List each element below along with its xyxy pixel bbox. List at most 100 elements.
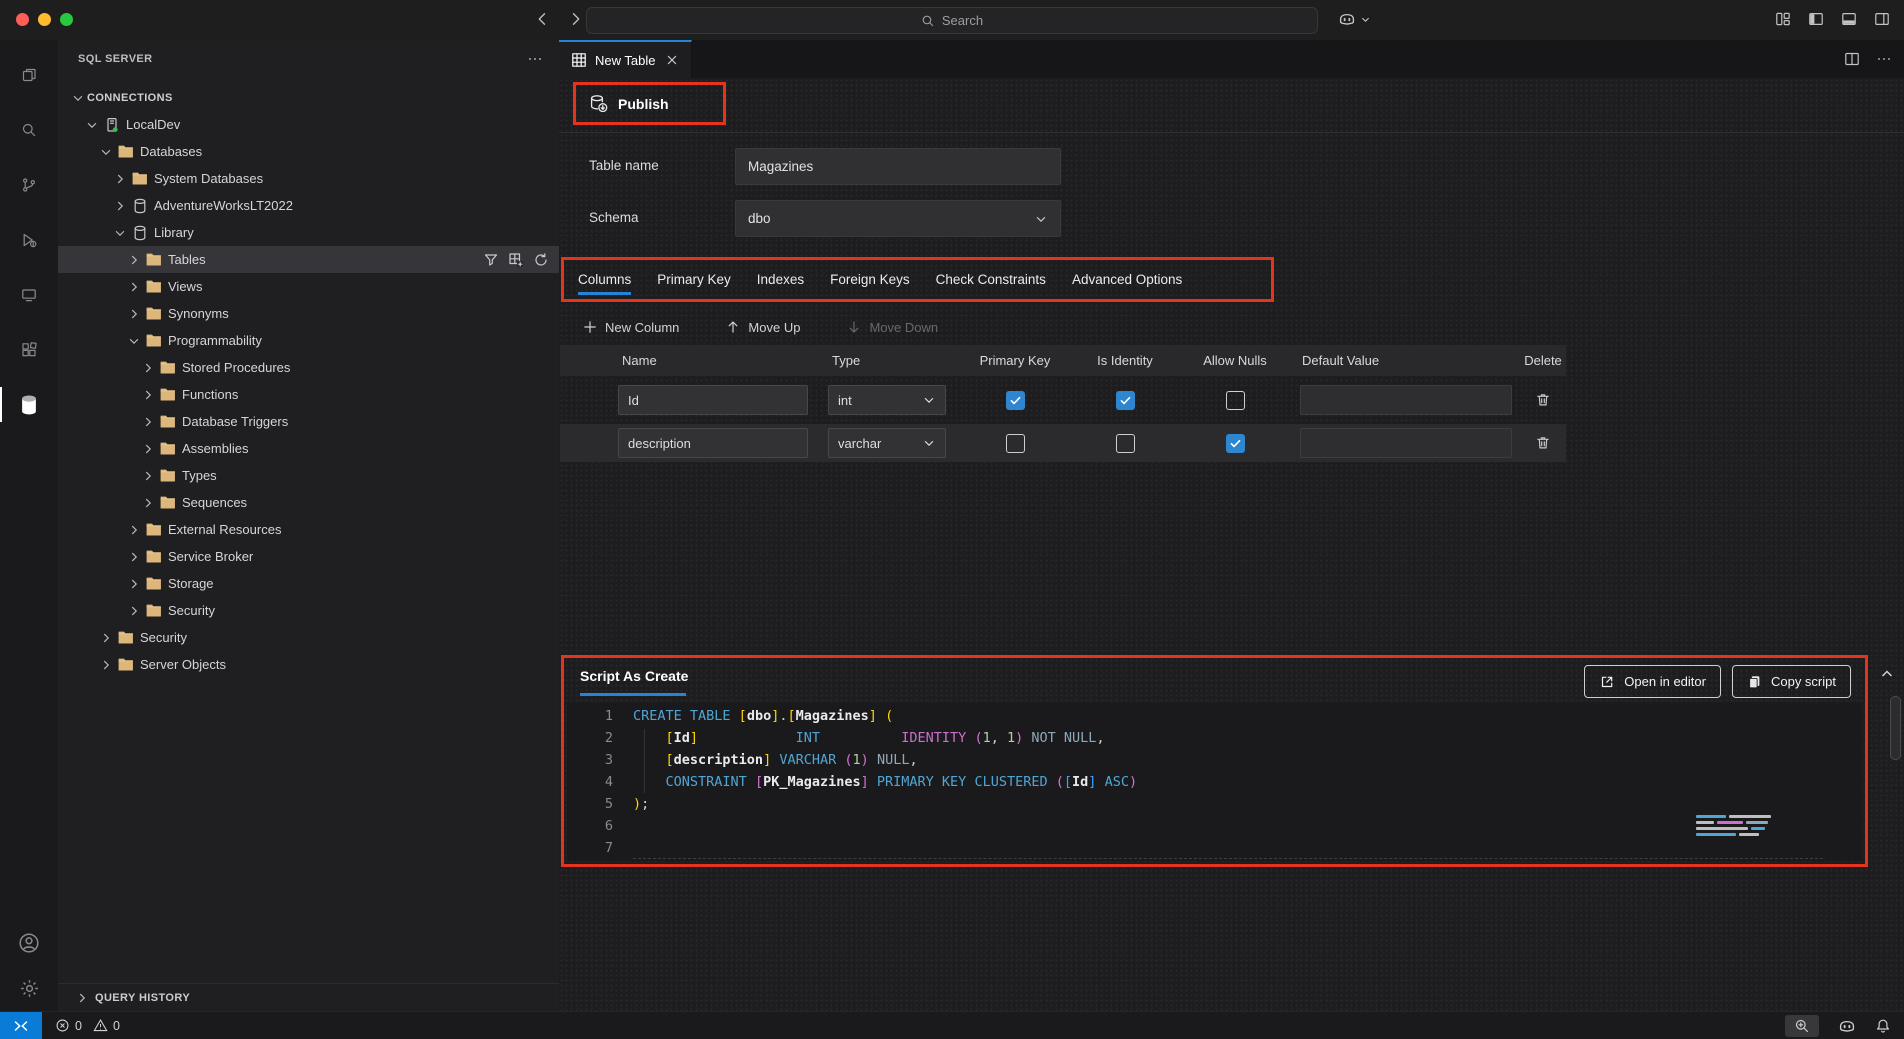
designer-tab-primary-key[interactable]: Primary Key [644,260,744,299]
default-value-input[interactable] [1300,428,1512,458]
chevron-right-icon[interactable] [110,172,129,186]
new-table-icon[interactable] [508,252,524,268]
tree-item-sequences[interactable]: Sequences [58,489,559,516]
activity-item-source-control[interactable] [0,157,58,212]
scrollbar-thumb[interactable] [1890,696,1901,760]
tree-item-external-resources[interactable]: External Resources [58,516,559,543]
chevron-down-icon[interactable] [68,91,87,105]
tree-item-views[interactable]: Views [58,273,559,300]
panel-bottom-icon[interactable] [1841,11,1857,27]
activity-item-sql-server[interactable] [0,377,58,432]
designer-tab-indexes[interactable]: Indexes [744,260,817,299]
chevron-right-icon[interactable] [124,577,143,591]
tree-item-databases[interactable]: Databases [58,138,559,165]
is-identity-checkbox[interactable] [1116,434,1135,453]
panel-left-icon[interactable] [1808,11,1824,27]
tree-item-adventureworkslt2022[interactable]: AdventureWorksLT2022 [58,192,559,219]
chevron-right-icon[interactable] [138,442,157,456]
publish-button[interactable]: Publish [576,85,682,122]
chevron-right-icon[interactable] [124,280,143,294]
default-value-input[interactable] [1300,385,1512,415]
tree-item-assemblies[interactable]: Assemblies [58,435,559,462]
forward-arrow-icon[interactable] [568,11,584,27]
activity-item-settings-gear[interactable] [19,978,40,999]
problems-indicator[interactable]: 0 0 [55,1018,126,1033]
chevron-right-icon[interactable] [124,550,143,564]
chevron-right-icon[interactable] [138,469,157,483]
tree-item-types[interactable]: Types [58,462,559,489]
chevron-right-icon[interactable] [138,496,157,510]
primary-key-checkbox[interactable] [1006,434,1025,453]
is-identity-checkbox[interactable] [1116,391,1135,410]
chevron-down-icon[interactable] [82,118,101,132]
activity-item-run-debug[interactable] [0,212,58,267]
chevron-right-icon[interactable] [138,388,157,402]
delete-column-button[interactable] [1520,391,1566,409]
designer-tab-check-constraints[interactable]: Check Constraints [923,260,1059,299]
window-minimize-button[interactable] [38,13,51,26]
tree-item-server-objects[interactable]: Server Objects [58,651,559,678]
script-code-editor[interactable]: 1CREATE TABLE [dbo].[Magazines] (2 [Id] … [567,703,1862,861]
tree-item-programmability[interactable]: Programmability [58,327,559,354]
copilot-icon[interactable] [1838,1017,1856,1035]
new-column-button[interactable]: New Column [576,318,685,336]
copilot-menu[interactable] [1338,10,1371,28]
chevron-right-icon[interactable] [138,361,157,375]
tree-item-system-databases[interactable]: System Databases [58,165,559,192]
delete-column-button[interactable] [1520,434,1566,452]
chevron-right-icon[interactable] [124,307,143,321]
activity-item-explorer[interactable] [0,47,58,102]
activity-item-remote-explorer[interactable] [0,267,58,322]
back-arrow-icon[interactable] [534,11,550,27]
tree-item-security[interactable]: Security [58,624,559,651]
chevron-right-icon[interactable] [96,658,115,672]
filter-icon[interactable] [483,252,499,268]
command-center-search[interactable]: Search [586,7,1318,34]
chevron-right-icon[interactable] [110,199,129,213]
primary-key-checkbox[interactable] [1006,391,1025,410]
chevron-down-icon[interactable] [124,334,143,348]
activity-item-search[interactable] [0,102,58,157]
designer-tab-foreign-keys[interactable]: Foreign Keys [817,260,923,299]
tree-item-synonyms[interactable]: Synonyms [58,300,559,327]
refresh-icon[interactable] [533,252,549,268]
chevron-up-icon[interactable] [1879,666,1895,682]
column-type-select[interactable]: varchar [828,428,946,458]
chevron-down-icon[interactable] [110,226,129,240]
panel-right-icon[interactable] [1874,11,1890,27]
allow-nulls-checkbox[interactable] [1226,434,1245,453]
copy-script-button[interactable]: Copy script [1732,665,1851,698]
table-name-input[interactable] [736,159,1060,174]
designer-tab-columns[interactable]: Columns [565,260,644,299]
tree-item-connections[interactable]: CONNECTIONS [58,84,559,111]
query-history-section[interactable]: QUERY HISTORY [58,983,559,1011]
tree-item-service-broker[interactable]: Service Broker [58,543,559,570]
tree-item-localdev[interactable]: LocalDev [58,111,559,138]
tree-item-library[interactable]: Library [58,219,559,246]
more-actions-icon[interactable] [1876,51,1892,67]
tree-item-database-triggers[interactable]: Database Triggers [58,408,559,435]
bell-icon[interactable] [1875,1018,1891,1034]
close-icon[interactable] [665,53,679,67]
tree-item-storage[interactable]: Storage [58,570,559,597]
customize-layout-icon[interactable] [1775,11,1791,27]
column-type-select[interactable]: int [828,385,946,415]
column-name-input[interactable] [618,385,808,415]
split-editor-icon[interactable] [1844,51,1860,67]
chevron-right-icon[interactable] [124,523,143,537]
tree-item-tables[interactable]: Tables [58,246,559,273]
tree-item-functions[interactable]: Functions [58,381,559,408]
designer-tab-advanced-options[interactable]: Advanced Options [1059,260,1195,299]
tab-new-table[interactable]: New Table [559,40,692,78]
activity-item-extensions[interactable] [0,322,58,377]
chevron-right-icon[interactable] [124,253,143,267]
chevron-right-icon[interactable] [124,604,143,618]
column-name-input[interactable] [618,428,808,458]
window-zoom-button[interactable] [60,13,73,26]
open-in-editor-button[interactable]: Open in editor [1584,665,1721,698]
status-zoom-in[interactable] [1785,1015,1819,1037]
remote-indicator[interactable] [0,1012,42,1039]
chevron-down-icon[interactable] [96,145,115,159]
allow-nulls-checkbox[interactable] [1226,391,1245,410]
chevron-right-icon[interactable] [96,631,115,645]
